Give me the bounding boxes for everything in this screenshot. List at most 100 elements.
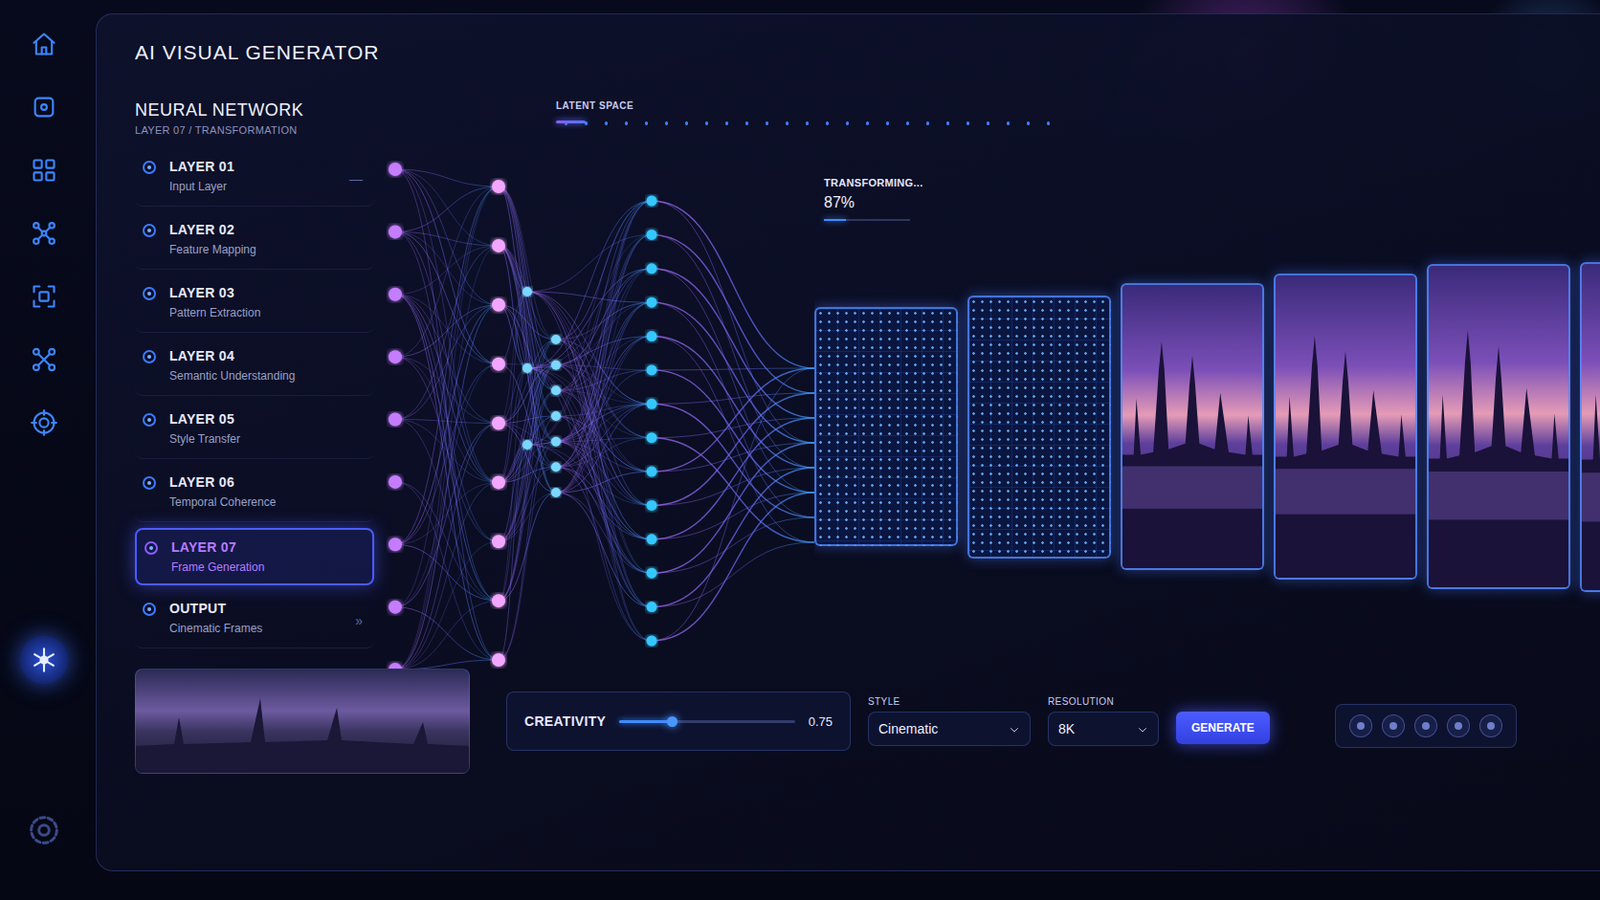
style-dropdown[interactable]: Cinematic (867, 711, 1031, 747)
connection (395, 231, 499, 305)
progress-label: TRANSFORMING... (823, 177, 930, 189)
sidebar-item[interactable] (24, 88, 64, 127)
style-label: STYLE (867, 696, 1031, 708)
sidebar-item[interactable] (24, 24, 64, 64)
connection (651, 368, 815, 472)
layer-item[interactable]: LAYER 06Temporal Coherence (134, 465, 375, 523)
home-icon (30, 30, 58, 58)
generate-button[interactable]: GENERATE (1176, 711, 1270, 745)
connection (395, 245, 499, 295)
layer-item[interactable]: LAYER 04Semantic Understanding (134, 338, 375, 397)
layer-item[interactable]: LAYER 05Style Transfer (134, 401, 375, 460)
network-node (551, 488, 561, 498)
layer-list: NEURAL NETWORKLAYER 07 / TRANSFORMATIONL… (134, 100, 375, 666)
sidebar-item[interactable] (24, 151, 64, 190)
layer-item[interactable]: LAYER 02Feature Mapping (134, 212, 375, 270)
sidebar-item[interactable] (24, 277, 64, 316)
progress: TRANSFORMING... 87% (823, 177, 930, 246)
neural-network-diagram (374, 157, 815, 675)
network-node (646, 466, 658, 478)
layer-extra: » (355, 613, 363, 629)
toolbar-button[interactable] (1349, 714, 1373, 738)
connection (498, 365, 556, 543)
toolbar-button[interactable] (1381, 714, 1405, 738)
workspace: NEURAL NETWORKLAYER 07 / TRANSFORMATIONL… (134, 100, 1600, 666)
layer-item[interactable]: LAYER 03Pattern Extraction (134, 275, 375, 334)
toolbar-button[interactable] (1446, 714, 1470, 738)
progress-reading: 87% (823, 194, 930, 212)
network-node (388, 475, 402, 489)
connection (527, 368, 652, 642)
connection (555, 471, 652, 493)
toolbar (1334, 704, 1517, 749)
generated-frame[interactable] (1120, 283, 1265, 571)
connection (395, 356, 499, 483)
layer-dot (142, 287, 156, 301)
connection (555, 466, 652, 642)
canvas-row: TRANSFORMING... 87% (374, 157, 1600, 666)
sidebar-item[interactable] (24, 340, 64, 379)
network-node (491, 594, 506, 608)
latent-track (555, 120, 1054, 127)
layer-label: LAYER 05 (169, 411, 241, 427)
generated-frame[interactable] (1579, 262, 1600, 593)
creativity-slider[interactable] (619, 720, 795, 724)
connection (651, 492, 815, 642)
connection (395, 600, 499, 670)
connection (498, 390, 556, 542)
layer-item[interactable]: LAYER 01Input Layer— (134, 149, 375, 207)
toolbar-button[interactable] (1414, 714, 1438, 738)
connection (498, 305, 556, 392)
network-node (388, 600, 402, 615)
network-node (551, 411, 561, 422)
resolution-label: RESOLUTION (1047, 696, 1159, 708)
connection (498, 416, 556, 661)
sidebar-item[interactable] (24, 403, 64, 443)
connection (527, 368, 652, 439)
network-node (646, 533, 658, 545)
network-node (388, 162, 402, 177)
network-node (522, 287, 533, 297)
layer-label: OUTPUT (169, 600, 263, 617)
connection (651, 368, 815, 642)
generated-frame[interactable] (1273, 273, 1418, 580)
latent-label: LATENT SPACE (555, 100, 1054, 112)
sidebar-item[interactable] (24, 214, 64, 253)
network-node (491, 534, 506, 549)
resolution-dropdown[interactable]: 8K (1047, 711, 1159, 747)
connection (395, 169, 499, 483)
connection (651, 467, 815, 608)
sidebar-item[interactable] (19, 635, 69, 686)
layer-label: LAYER 03 (169, 285, 261, 301)
layer-dot (142, 476, 156, 490)
city-picture (1581, 264, 1600, 591)
connection (498, 390, 556, 601)
preview-thumbnail[interactable] (134, 668, 470, 775)
connection (555, 492, 652, 608)
layer-label: LAYER 02 (169, 222, 257, 238)
network-node (646, 331, 658, 342)
city-picture (1122, 285, 1263, 569)
toolbar-button[interactable] (1479, 714, 1503, 738)
connection (498, 492, 556, 542)
connection (498, 442, 556, 543)
network-node (646, 229, 658, 241)
network-node (551, 334, 561, 345)
generated-frame[interactable] (967, 295, 1112, 559)
connection (651, 467, 815, 506)
connection (395, 294, 499, 601)
connection (498, 186, 528, 292)
generated-frame[interactable] (814, 307, 958, 547)
sidebar-item[interactable] (24, 811, 64, 850)
resolution-value: 8K (1058, 721, 1128, 737)
connection (651, 336, 815, 543)
connection (651, 268, 815, 493)
sidebar (0, 0, 89, 900)
layer-item[interactable]: OUTPUTCinematic Frames » (134, 591, 375, 649)
layer-item[interactable]: LAYER 07Frame Generation (134, 528, 375, 586)
style-field: STYLE Cinematic (867, 696, 1031, 747)
generated-frame[interactable] (1426, 264, 1571, 590)
layer-text: LAYER 04Semantic Understanding (169, 348, 295, 383)
layer-text: OUTPUTCinematic Frames (169, 600, 263, 636)
resolution-field: RESOLUTION 8K (1047, 696, 1159, 747)
